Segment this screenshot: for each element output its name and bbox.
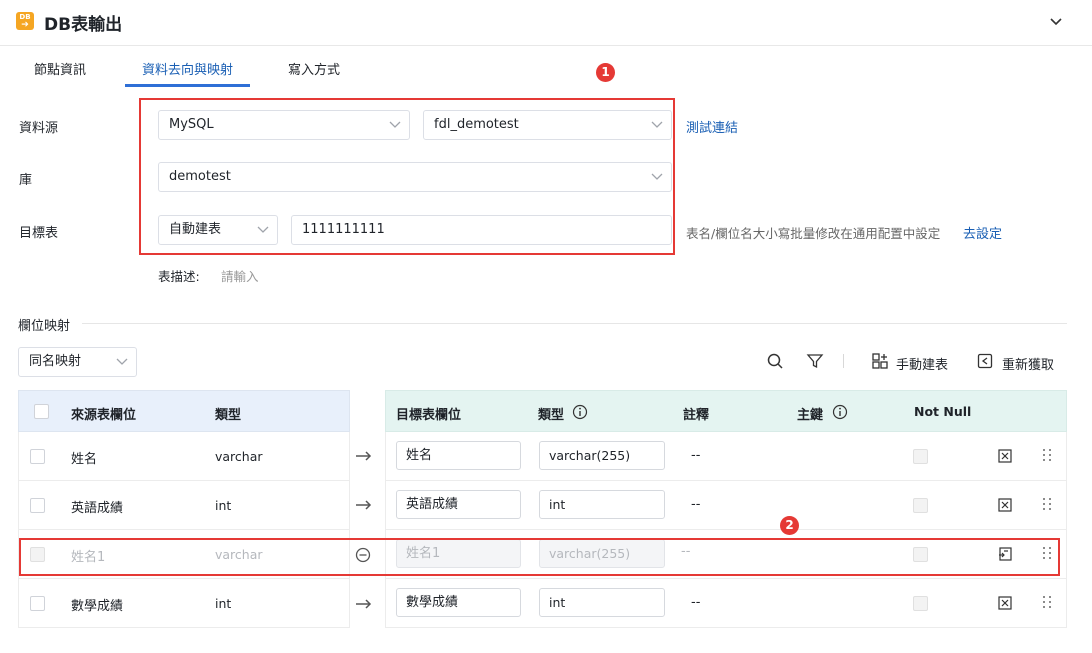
active-tab-indicator bbox=[125, 84, 250, 87]
manual-create-table-icon[interactable] bbox=[871, 352, 889, 370]
target-field-header: 目標表欄位 bbox=[396, 408, 462, 423]
not-null-checkbox[interactable] bbox=[913, 498, 928, 513]
chevron-down-icon bbox=[116, 358, 128, 365]
target-table-header: 目標表欄位 類型 註釋 主鍵 Not Null bbox=[385, 390, 1067, 432]
select-all-checkbox[interactable] bbox=[34, 404, 49, 419]
annotation-badge-2: 2 bbox=[780, 516, 799, 535]
search-icon[interactable] bbox=[766, 352, 784, 370]
map-arrow-icon bbox=[356, 599, 372, 609]
refetch-icon[interactable] bbox=[976, 352, 994, 370]
target-primary-key-header: 主鍵 bbox=[797, 408, 824, 423]
not-null-checkbox[interactable] bbox=[913, 449, 928, 464]
not-null-checkbox[interactable] bbox=[913, 596, 928, 611]
source-field: 數學成績 bbox=[71, 599, 124, 614]
table-row: 數學成績 int -- bbox=[385, 579, 1067, 628]
highlight-box-1 bbox=[139, 98, 675, 255]
drag-handle-icon[interactable] bbox=[1039, 496, 1055, 512]
target-type-input[interactable]: varchar(255) bbox=[539, 441, 665, 470]
highlight-box-2 bbox=[19, 538, 1060, 576]
filter-icon[interactable] bbox=[806, 352, 824, 370]
manual-create-table-button[interactable]: 手動建表 bbox=[896, 354, 948, 373]
target-comment: -- bbox=[691, 595, 701, 610]
case-hint-text: 表名/欄位名大小寫批量修改在通用配置中設定 bbox=[686, 226, 941, 241]
table-row: 姓名 varchar(255) -- bbox=[385, 432, 1067, 481]
table-row: 數學成績 int bbox=[18, 579, 350, 628]
row-checkbox[interactable] bbox=[30, 596, 45, 611]
delete-field-icon[interactable] bbox=[997, 595, 1013, 611]
panel-header: DB ➔ DB表輸出 bbox=[0, 0, 1092, 46]
table-row: 姓名 varchar bbox=[18, 432, 350, 481]
target-type-input[interactable]: int bbox=[539, 588, 665, 617]
row-checkbox[interactable] bbox=[30, 498, 45, 513]
target-comment-header: 註釋 bbox=[683, 408, 710, 423]
datasource-label: 資料源 bbox=[19, 121, 59, 136]
source-field-header: 來源表欄位 bbox=[71, 408, 137, 423]
delete-field-icon[interactable] bbox=[997, 497, 1013, 513]
target-type-input[interactable]: int bbox=[539, 490, 665, 519]
tab-destination-mapping[interactable]: 資料去向與映射 bbox=[142, 59, 233, 78]
source-type: varchar bbox=[215, 449, 263, 464]
source-table-header: 來源表欄位 類型 bbox=[18, 390, 350, 432]
delete-field-icon[interactable] bbox=[997, 448, 1013, 464]
info-icon[interactable] bbox=[572, 404, 588, 420]
tab-node-info[interactable]: 節點資訊 bbox=[34, 59, 86, 78]
drag-handle-icon[interactable] bbox=[1039, 447, 1055, 463]
database-label: 庫 bbox=[19, 173, 33, 188]
target-field-input[interactable]: 英語成績 bbox=[396, 490, 521, 519]
mapping-mode-select[interactable]: 同名映射 bbox=[18, 347, 137, 377]
map-arrow-icon bbox=[356, 451, 372, 461]
annotation-badge-1: 1 bbox=[596, 63, 615, 82]
db-output-icon: DB ➔ bbox=[16, 12, 34, 30]
target-comment: -- bbox=[691, 497, 701, 512]
source-type-header: 類型 bbox=[215, 408, 242, 423]
map-arrow-icon bbox=[356, 500, 372, 510]
table-row: 英語成績 int bbox=[18, 481, 350, 530]
table-description-input[interactable]: 請輸入 bbox=[221, 266, 259, 285]
source-field: 英語成績 bbox=[71, 501, 124, 516]
drag-handle-icon[interactable] bbox=[1039, 594, 1055, 610]
tab-write-method[interactable]: 寫入方式 bbox=[288, 59, 340, 78]
goto-settings-link[interactable]: 去設定 bbox=[963, 223, 1002, 242]
source-type: int bbox=[215, 596, 232, 611]
target-comment: -- bbox=[691, 448, 701, 463]
row-checkbox[interactable] bbox=[30, 449, 45, 464]
info-icon[interactable] bbox=[832, 404, 848, 420]
tab-bar: 節點資訊 資料去向與映射 寫入方式 bbox=[0, 47, 1092, 87]
chevron-down-icon[interactable] bbox=[1046, 12, 1066, 32]
source-type: int bbox=[215, 498, 232, 513]
target-table-label: 目標表 bbox=[19, 226, 59, 241]
source-field: 姓名 bbox=[71, 452, 98, 467]
test-connection-link[interactable]: 測試連結 bbox=[686, 117, 738, 136]
target-type-header: 類型 bbox=[538, 408, 565, 423]
table-row: 英語成績 int -- bbox=[385, 481, 1067, 530]
panel-title: DB表輸出 bbox=[44, 15, 123, 35]
field-mapping-title: 欄位映射 bbox=[18, 319, 71, 334]
mapping-mode-value: 同名映射 bbox=[29, 354, 82, 369]
refetch-button[interactable]: 重新獲取 bbox=[1002, 354, 1054, 373]
target-field-input[interactable]: 數學成績 bbox=[396, 588, 521, 617]
target-not-null-header: Not Null bbox=[914, 404, 972, 419]
target-field-input[interactable]: 姓名 bbox=[396, 441, 521, 470]
toolbar-divider bbox=[843, 354, 844, 368]
section-divider bbox=[82, 323, 1067, 324]
table-description-label: 表描述: bbox=[158, 269, 200, 284]
